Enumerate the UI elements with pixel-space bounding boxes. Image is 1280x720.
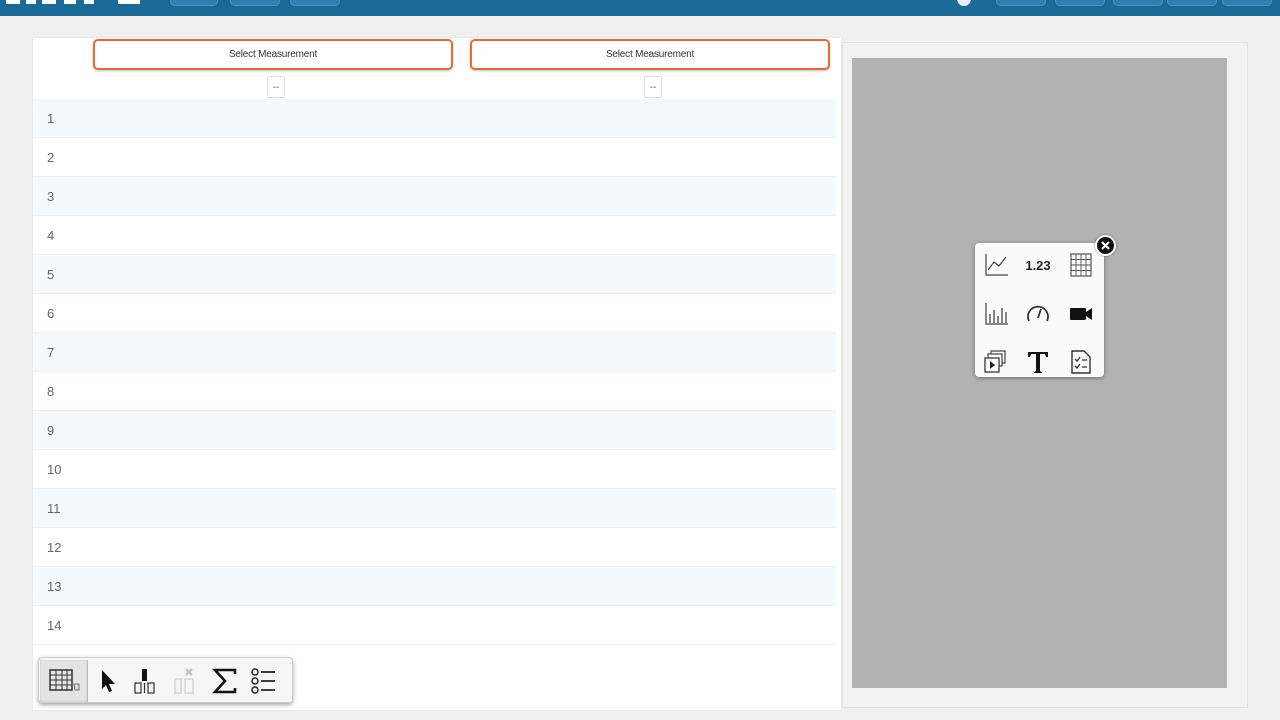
sigma-statistics-icon — [212, 668, 237, 694]
image-option[interactable] — [977, 343, 1015, 381]
close-picker-button[interactable] — [1095, 235, 1116, 256]
row-number: 6 — [47, 306, 55, 321]
column-1-unit[interactable]: -- — [267, 76, 285, 98]
top-tool-button-3[interactable] — [1113, 0, 1163, 6]
list-options-button[interactable] — [244, 660, 284, 702]
video-camera-icon — [1070, 308, 1092, 320]
column-2-unit[interactable]: -- — [644, 76, 662, 98]
graph-icon — [985, 254, 1008, 276]
table-row[interactable]: 14 — [33, 606, 836, 645]
table-view-icon — [48, 669, 79, 691]
table-row[interactable]: 2 — [33, 138, 836, 177]
row-number: 11 — [47, 501, 61, 516]
row-number: 12 — [47, 540, 62, 555]
bar-graph-icon — [985, 303, 1008, 325]
statistics-button[interactable] — [205, 660, 245, 702]
data-table-panel: Select Measurement Select Measurement --… — [33, 38, 841, 710]
table-toolbar — [38, 657, 293, 703]
close-icon — [1101, 241, 1110, 250]
top-tool-button-4[interactable] — [1167, 0, 1217, 6]
row-number: 1 — [47, 111, 55, 126]
top-tool-button-2[interactable] — [1055, 0, 1105, 6]
table-option[interactable] — [1062, 246, 1100, 284]
table-icon — [1070, 253, 1092, 277]
graph-option[interactable] — [977, 246, 1015, 284]
table-row[interactable]: 4 — [33, 216, 836, 255]
app-logo — [6, 0, 140, 4]
table-row[interactable]: 7 — [33, 333, 836, 372]
column-2-header-button[interactable]: Select Measurement — [470, 39, 830, 70]
checklist-option[interactable] — [1062, 343, 1100, 381]
bar-graph-option[interactable] — [977, 295, 1015, 333]
table-row[interactable]: 13 — [33, 567, 836, 606]
image-media-icon — [984, 350, 1006, 373]
row-number: 2 — [47, 150, 55, 165]
top-status-icon[interactable] — [957, 0, 971, 6]
row-number: 7 — [47, 345, 55, 360]
row-number: 9 — [47, 423, 55, 438]
insert-row-icon — [134, 669, 155, 694]
table-row[interactable]: 11 — [33, 489, 836, 528]
table-row[interactable]: 9 — [33, 411, 836, 450]
insert-row-button[interactable] — [125, 660, 165, 702]
table-row[interactable]: 5 — [33, 255, 836, 294]
top-app-bar — [0, 0, 1280, 16]
top-nav-button-1[interactable] — [170, 0, 218, 6]
top-tool-button-1[interactable] — [996, 0, 1046, 6]
meter-gauge-icon — [1027, 305, 1049, 322]
text-option[interactable] — [1019, 343, 1057, 381]
display-type-picker: 1.23 — [975, 243, 1104, 377]
row-number: 5 — [47, 267, 55, 282]
table-row[interactable]: 6 — [33, 294, 836, 333]
list-options-icon — [251, 668, 275, 694]
table-view-button[interactable] — [40, 660, 88, 702]
top-nav-button-3[interactable] — [290, 0, 340, 6]
row-number: 3 — [47, 189, 55, 204]
row-number: 13 — [47, 579, 62, 594]
table-row[interactable]: 10 — [33, 450, 836, 489]
top-tool-button-5[interactable] — [1222, 0, 1272, 6]
row-number: 10 — [47, 462, 62, 477]
digits-option[interactable]: 1.23 — [1019, 246, 1057, 284]
video-option[interactable] — [1062, 295, 1100, 333]
table-row[interactable]: 12 — [33, 528, 836, 567]
delete-row-button — [165, 660, 205, 702]
table-rows: 1 2 3 4 5 6 7 8 9 10 11 12 13 14 — [33, 99, 836, 645]
column-1-header-button[interactable]: Select Measurement — [93, 39, 453, 70]
digits-icon: 1.23 — [1025, 257, 1051, 273]
meter-option[interactable] — [1019, 295, 1057, 333]
select-pointer-button[interactable] — [88, 660, 128, 702]
row-number: 14 — [47, 618, 62, 633]
top-nav-button-2[interactable] — [230, 0, 280, 6]
select-pointer-icon — [102, 670, 115, 692]
delete-row-icon — [174, 668, 194, 694]
table-row[interactable]: 3 — [33, 177, 836, 216]
row-number: 4 — [47, 228, 55, 243]
table-row[interactable]: 8 — [33, 372, 836, 411]
checklist-icon — [1071, 350, 1091, 374]
table-row[interactable]: 1 — [33, 99, 836, 138]
text-icon — [1028, 352, 1048, 373]
row-number: 8 — [47, 384, 55, 399]
